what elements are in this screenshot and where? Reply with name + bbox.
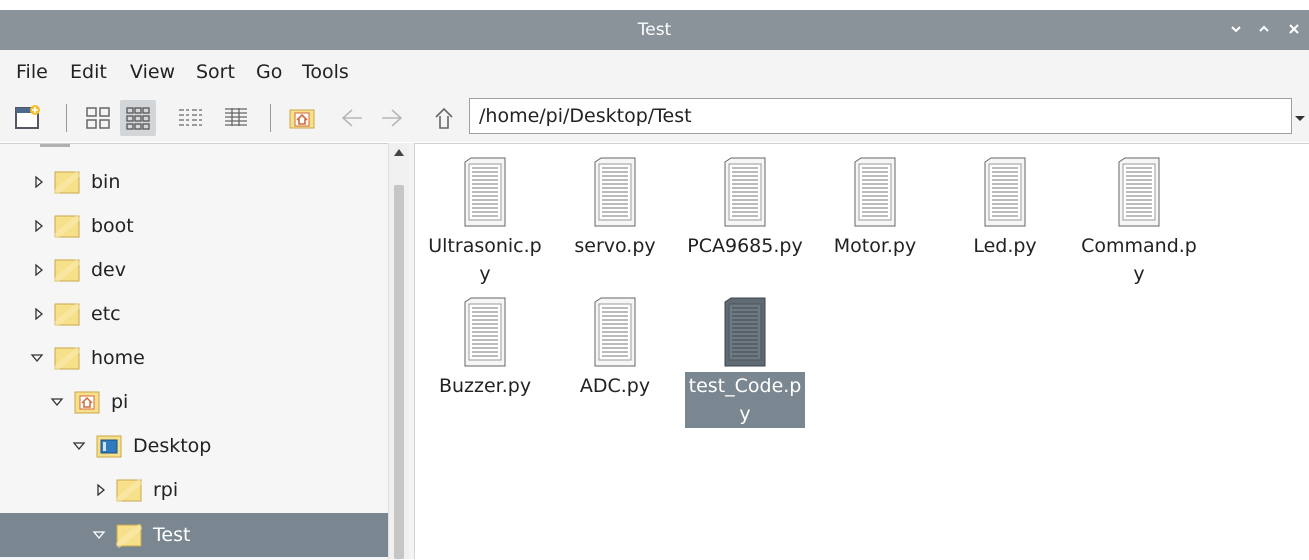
tree-item-desktop[interactable]: Desktop (0, 424, 388, 468)
file-item[interactable]: servo.py (555, 144, 675, 284)
text-file-icon (594, 297, 636, 367)
folder-icon (54, 258, 80, 283)
tree-item-pi[interactable]: pi (0, 380, 388, 424)
close-icon (1289, 24, 1299, 34)
expander-expanded-icon[interactable] (92, 527, 106, 543)
menu-file[interactable]: File (16, 50, 48, 94)
expander-collapsed-icon[interactable] (32, 174, 46, 190)
text-file-icon (854, 157, 896, 227)
file-name: Buzzer.py (438, 375, 532, 397)
file-name: ADC.py (579, 375, 651, 397)
large-icons-view-icon[interactable] (84, 104, 112, 132)
window-title: Test (637, 20, 672, 40)
menu-edit[interactable]: Edit (70, 50, 107, 94)
tree-item-test[interactable]: Test (0, 513, 388, 557)
tree-item-label: pi (111, 391, 129, 413)
file-name: Command.py (1081, 235, 1197, 285)
menu-bar: File Edit View Sort Go Tools (0, 50, 1309, 94)
folder-icon (116, 478, 142, 503)
scrollbar-thumb[interactable] (394, 185, 404, 559)
file-item[interactable]: Ultrasonic.py (425, 144, 545, 285)
expander-collapsed-icon[interactable] (32, 218, 46, 234)
menu-go[interactable]: Go (256, 50, 282, 94)
expander-expanded-icon[interactable] (30, 350, 44, 366)
folder-icon (54, 346, 80, 371)
folder-icon (54, 214, 80, 239)
file-item[interactable]: PCA9685.py (685, 144, 805, 284)
tree-item-label: etc (91, 303, 121, 325)
text-file-icon (984, 157, 1026, 227)
toolbar-separator (66, 104, 67, 132)
text-file-icon (1118, 157, 1160, 227)
file-item-selected[interactable]: test_Code.py (685, 284, 805, 428)
title-bar: Test (0, 10, 1309, 50)
expander-expanded-icon[interactable] (72, 438, 86, 454)
tree-item-etc[interactable]: etc (0, 292, 388, 336)
tree-item-label: Desktop (133, 435, 212, 457)
text-file-icon (724, 297, 766, 367)
file-name: servo.py (574, 235, 656, 257)
close-button[interactable] (1282, 10, 1306, 50)
file-name: PCA9685.py (687, 235, 803, 257)
list-view-icon[interactable] (222, 104, 250, 132)
minimize-button[interactable] (1224, 10, 1248, 50)
new-window-icon[interactable] (14, 104, 42, 132)
file-name: Ultrasonic.py (428, 235, 542, 285)
folder-icon (54, 302, 80, 327)
tree-item-rpi[interactable]: rpi (0, 468, 388, 512)
back-arrow-icon[interactable] (338, 104, 366, 132)
file-item[interactable]: Command.py (1079, 144, 1199, 285)
tree-item-dev[interactable]: dev (0, 248, 388, 292)
path-input[interactable]: /home/pi/Desktop/Test (469, 98, 1292, 134)
toolbar-separator (270, 104, 271, 132)
file-item[interactable]: Led.py (945, 144, 1065, 284)
menu-sort[interactable]: Sort (196, 50, 235, 94)
chevron-down-icon[interactable] (1293, 106, 1307, 130)
tree-item-label: home (91, 347, 145, 369)
home-folder-icon (74, 391, 100, 414)
menu-view[interactable]: View (130, 50, 175, 94)
folder-icon (116, 523, 142, 548)
partially-visible-row (40, 144, 70, 147)
menu-tools[interactable]: Tools (302, 50, 349, 94)
tree-item-boot[interactable]: boot (0, 204, 388, 248)
file-item[interactable]: ADC.py (555, 284, 675, 424)
tree-item-label: boot (91, 215, 134, 237)
home-icon[interactable] (288, 104, 316, 132)
file-name: test_Code.py (685, 372, 805, 428)
expander-expanded-icon[interactable] (50, 394, 64, 410)
compact-view-icon[interactable] (176, 104, 204, 132)
scroll-up-arrow-icon[interactable] (393, 147, 405, 157)
sidebar-scrollbar[interactable] (388, 143, 409, 559)
toolbar: /home/pi/Desktop/Test (0, 94, 1309, 142)
file-item[interactable]: Motor.py (815, 144, 935, 284)
file-name: Led.py (973, 235, 1037, 257)
tree-item-home[interactable]: home (0, 336, 388, 380)
icon-view-icon[interactable] (124, 104, 152, 132)
chevron-down-icon (1231, 26, 1241, 33)
maximize-button[interactable] (1252, 10, 1276, 50)
up-arrow-icon[interactable] (430, 104, 458, 132)
desktop-folder-icon (96, 435, 122, 458)
forward-arrow-icon[interactable] (378, 104, 406, 132)
text-file-icon (464, 157, 506, 227)
chevron-up-icon (1259, 25, 1269, 32)
file-name: Motor.py (833, 235, 917, 257)
tree-item-label: rpi (153, 479, 179, 501)
file-view: Ultrasonic.py servo.py PCA9685.py Motor.… (415, 143, 1309, 560)
text-file-icon (724, 157, 766, 227)
tree-item-label: dev (91, 259, 126, 281)
text-file-icon (594, 157, 636, 227)
directory-tree: bin boot dev etc home pi Desktop rpi Tes… (0, 143, 400, 560)
tree-item-bin[interactable]: bin (0, 160, 388, 204)
expander-collapsed-icon[interactable] (94, 482, 108, 498)
folder-icon (54, 170, 80, 195)
text-file-icon (464, 297, 506, 367)
expander-collapsed-icon[interactable] (32, 306, 46, 322)
expander-collapsed-icon[interactable] (32, 262, 46, 278)
tree-item-label: bin (91, 171, 121, 193)
tree-item-label: Test (153, 524, 191, 546)
file-item[interactable]: Buzzer.py (425, 284, 545, 424)
